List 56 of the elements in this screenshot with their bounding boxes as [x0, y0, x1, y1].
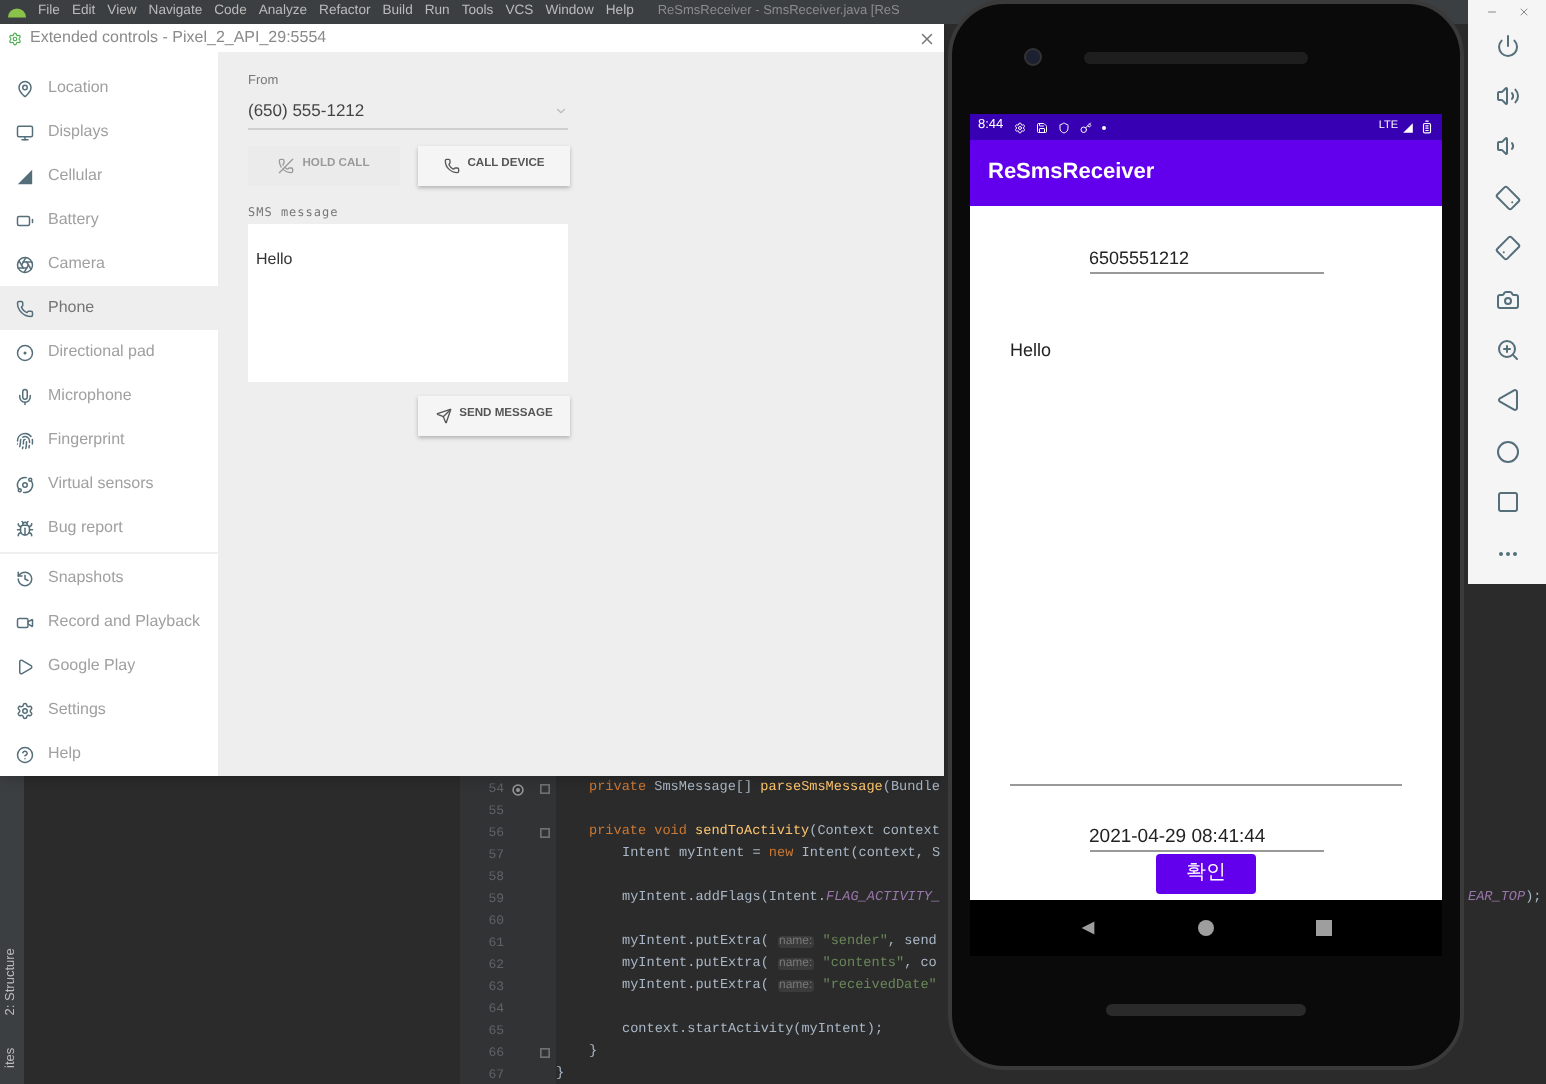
play-icon: [16, 657, 34, 675]
contents-field[interactable]: Hello: [1010, 324, 1402, 786]
settings-icon: [16, 701, 34, 719]
volume-up-icon[interactable]: [1495, 84, 1519, 109]
rotate-right-icon[interactable]: [1490, 231, 1524, 266]
back-icon[interactable]: [1495, 388, 1519, 413]
close-icon[interactable]: [1517, 6, 1529, 18]
shield-icon: [1057, 121, 1070, 133]
microphone-icon: [16, 387, 34, 405]
zoom-in-icon[interactable]: [1495, 338, 1519, 363]
home-icon[interactable]: [1495, 439, 1519, 464]
fingerprint-icon: [16, 431, 34, 449]
confirm-button[interactable]: 확인: [1156, 854, 1256, 894]
video-camera-icon: [16, 613, 34, 631]
sidebar-item[interactable]: Phone: [0, 286, 218, 330]
back-icon[interactable]: [1080, 920, 1097, 936]
override-icon[interactable]: [512, 783, 524, 795]
send-icon: [435, 407, 452, 423]
signal-icon: [16, 167, 34, 185]
map-pin-icon: [16, 79, 34, 97]
dpad-icon: [16, 343, 34, 361]
camera-icon[interactable]: [1495, 287, 1519, 312]
close-icon[interactable]: [918, 29, 936, 47]
rotate-left-icon[interactable]: [1490, 180, 1524, 215]
volume-down-icon[interactable]: [1495, 134, 1519, 159]
recents-icon[interactable]: [1315, 920, 1332, 936]
window-title: Extended controls - Pixel_2_API_29:5554: [30, 30, 327, 46]
home-icon[interactable]: [1197, 920, 1214, 936]
signal-icon: [1402, 121, 1414, 133]
aperture-icon: [16, 255, 34, 273]
fold-marker-icon[interactable]: [539, 784, 549, 794]
sender-field[interactable]: 6505551212: [1089, 242, 1323, 274]
key-icon: [1079, 121, 1092, 133]
fold-marker-icon[interactable]: [539, 828, 549, 838]
history-icon: [16, 569, 34, 587]
received-date-field[interactable]: 2021-04-29 08:41:44: [1089, 820, 1323, 852]
monitor-icon: [16, 123, 34, 141]
phone-off-icon: [278, 157, 295, 173]
gear-icon: [8, 31, 22, 45]
bug-icon: [16, 519, 34, 537]
phone-icon: [16, 299, 34, 317]
overview-icon[interactable]: [1495, 490, 1519, 515]
fold-marker-icon[interactable]: [539, 1048, 549, 1058]
gear-icon: [1013, 121, 1026, 133]
sms-message-field[interactable]: Hello: [248, 223, 568, 381]
from-dropdown[interactable]: (650) 555-1212: [248, 93, 568, 129]
power-icon[interactable]: [1495, 33, 1519, 58]
orbit-icon: [16, 475, 34, 493]
battery-icon: [1420, 120, 1434, 134]
help-icon: [16, 745, 34, 763]
front-camera: [1024, 48, 1042, 66]
sd-card-icon: [1035, 121, 1048, 133]
caret-icon: [554, 103, 568, 117]
battery-icon: [16, 211, 34, 229]
phone-icon: [443, 157, 460, 173]
app-title: ReSmsReceiver: [988, 158, 1155, 189]
